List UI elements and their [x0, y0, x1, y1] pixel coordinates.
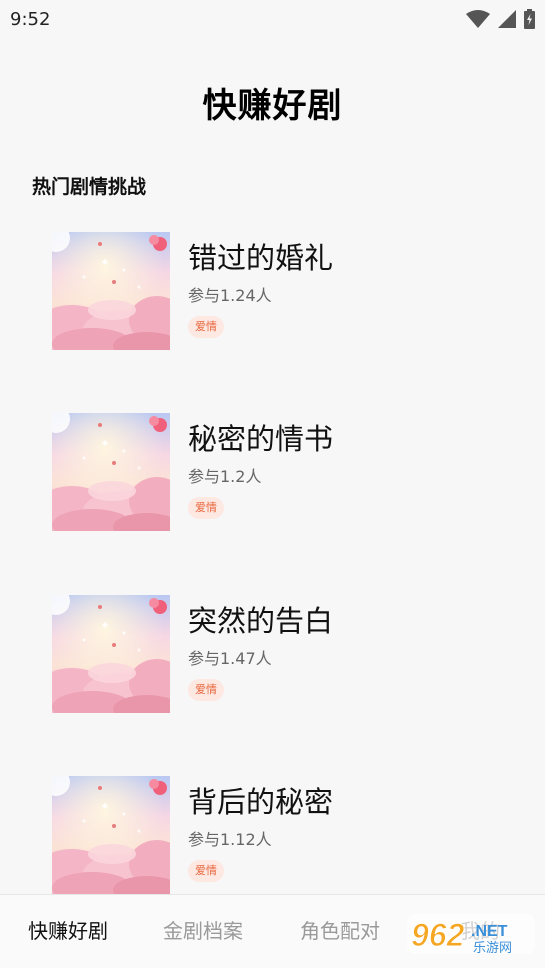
svg-text:962: 962	[411, 917, 465, 953]
drama-name: 错过的婚礼	[188, 241, 334, 275]
drama-participants: 参与1.47人	[188, 649, 272, 668]
section-title: 热门剧情挑战	[32, 176, 147, 198]
drama-thumbnail	[52, 595, 170, 713]
cell-signal-icon	[498, 10, 516, 28]
svg-text:乐游网: 乐游网	[473, 941, 512, 956]
nav-tab-drama-archive[interactable]: 金剧档案	[163, 915, 243, 944]
drama-participants: 参与1.2人	[188, 467, 262, 486]
svg-text:.NET: .NET	[471, 923, 508, 940]
drama-tag: 爱情	[188, 316, 224, 338]
nav-tab-quick-earn[interactable]: 快赚好剧	[28, 915, 108, 944]
drama-tag: 爱情	[188, 497, 224, 519]
drama-participants: 参与1.24人	[188, 286, 272, 305]
battery-charging-icon	[524, 9, 535, 29]
drama-info: 背后的秘密 参与1.12人 爱情	[188, 776, 333, 882]
drama-info: 突然的告白 参与1.47人 爱情	[188, 595, 333, 701]
drama-tag: 爱情	[188, 679, 224, 701]
drama-name: 秘密的情书	[188, 422, 334, 456]
app-title: 快赚好剧	[202, 86, 343, 126]
drama-name: 突然的告白	[188, 604, 334, 638]
status-time: 9:52	[10, 8, 51, 30]
drama-card[interactable]: 背后的秘密 参与1.12人 爱情	[52, 776, 492, 894]
drama-card[interactable]: 突然的告白 参与1.47人 爱情	[52, 595, 492, 713]
drama-thumbnail	[52, 413, 170, 531]
drama-info: 错过的婚礼 参与1.24人 爱情	[188, 232, 333, 338]
drama-thumbnail	[52, 232, 170, 350]
status-icons	[466, 9, 535, 29]
drama-card[interactable]: 秘密的情书 参与1.2人 爱情	[52, 413, 492, 531]
wifi-icon	[466, 10, 490, 28]
watermark-logo: 962 .NET 乐游网	[407, 914, 535, 956]
drama-info: 秘密的情书 参与1.2人 爱情	[188, 413, 333, 519]
drama-participants: 参与1.12人	[188, 830, 272, 849]
nav-tab-role-match[interactable]: 角色配对	[300, 915, 380, 944]
drama-tag: 爱情	[188, 860, 224, 882]
status-bar: 9:52	[0, 0, 545, 38]
drama-thumbnail	[52, 776, 170, 894]
site-watermark: 962 .NET 乐游网	[403, 908, 539, 958]
drama-name: 背后的秘密	[188, 785, 334, 819]
drama-card[interactable]: 错过的婚礼 参与1.24人 爱情	[52, 232, 492, 350]
